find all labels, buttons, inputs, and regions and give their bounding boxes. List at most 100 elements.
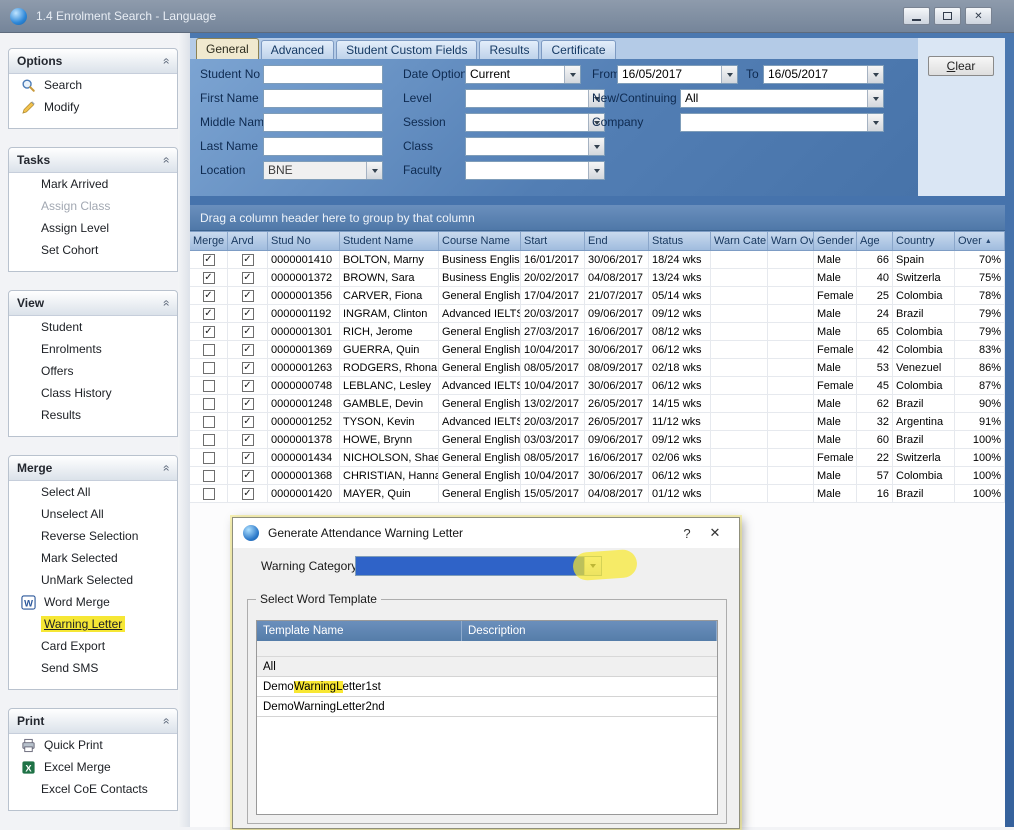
- table-row[interactable]: ✓0000001263RODGERS, RhonaGeneral English…: [190, 359, 1005, 377]
- warning-category-select[interactable]: [355, 556, 602, 576]
- level-select[interactable]: [465, 89, 605, 108]
- location-select[interactable]: BNE: [263, 161, 383, 180]
- clear-button[interactable]: Clear: [928, 56, 994, 76]
- tab-advanced[interactable]: Advanced: [261, 40, 334, 59]
- class-select[interactable]: [465, 137, 605, 156]
- merge-checkbox[interactable]: [203, 380, 215, 392]
- column-header-gender[interactable]: Gender: [814, 232, 857, 250]
- column-header-merge[interactable]: Merge: [190, 232, 228, 250]
- merge-checkbox[interactable]: [203, 488, 215, 500]
- sidebar-item-set-cohort[interactable]: Set Cohort: [9, 239, 177, 261]
- first-name-input[interactable]: [263, 89, 383, 108]
- merge-cell[interactable]: [190, 485, 228, 502]
- sidebar-item-warning-letter[interactable]: Warning Letter: [9, 613, 177, 635]
- template-row[interactable]: DemoWarningLetter2nd: [257, 697, 717, 717]
- merge-cell[interactable]: ✓: [190, 323, 228, 340]
- company-select[interactable]: [680, 113, 884, 132]
- merge-cell[interactable]: [190, 467, 228, 484]
- section-header-view[interactable]: View»: [9, 291, 177, 316]
- merge-cell[interactable]: ✓: [190, 305, 228, 322]
- column-header-course-name[interactable]: Course Name: [439, 232, 521, 250]
- arvd-cell[interactable]: ✓: [228, 395, 268, 412]
- merge-cell[interactable]: [190, 413, 228, 430]
- merge-checkbox[interactable]: ✓: [203, 290, 215, 302]
- table-row[interactable]: ✓✓0000001356CARVER, FionaGeneral English…: [190, 287, 1005, 305]
- arvd-cell[interactable]: ✓: [228, 431, 268, 448]
- arrived-checkbox[interactable]: ✓: [242, 434, 254, 446]
- sidebar-item-card-export[interactable]: Card Export: [9, 635, 177, 657]
- sidebar-item-results[interactable]: Results: [9, 404, 177, 426]
- new-continuing-select[interactable]: All: [680, 89, 884, 108]
- sidebar-item-mark-selected[interactable]: Mark Selected: [9, 547, 177, 569]
- last-name-input[interactable]: [263, 137, 383, 156]
- column-header-warn-ov[interactable]: Warn Ov: [768, 232, 814, 250]
- session-select[interactable]: [465, 113, 605, 132]
- section-header-print[interactable]: Print»: [9, 709, 177, 734]
- group-by-bar[interactable]: Drag a column header here to group by th…: [190, 205, 1005, 231]
- arvd-cell[interactable]: ✓: [228, 287, 268, 304]
- sidebar-item-quick-print[interactable]: Quick Print: [9, 734, 177, 756]
- arvd-cell[interactable]: ✓: [228, 305, 268, 322]
- arvd-cell[interactable]: ✓: [228, 485, 268, 502]
- column-header-age[interactable]: Age: [857, 232, 893, 250]
- faculty-select[interactable]: [465, 161, 605, 180]
- arrived-checkbox[interactable]: ✓: [242, 416, 254, 428]
- arrived-checkbox[interactable]: ✓: [242, 254, 254, 266]
- merge-checkbox[interactable]: [203, 470, 215, 482]
- table-row[interactable]: ✓0000001420MAYER, QuinGeneral English15/…: [190, 485, 1005, 503]
- merge-cell[interactable]: [190, 341, 228, 358]
- column-header-country[interactable]: Country: [893, 232, 955, 250]
- table-row[interactable]: ✓✓0000001410BOLTON, MarnyBusiness Englis…: [190, 251, 1005, 269]
- collapse-chevron-icon[interactable]: »: [159, 300, 173, 307]
- column-header-over[interactable]: Over▲: [955, 232, 1005, 250]
- arrived-checkbox[interactable]: ✓: [242, 290, 254, 302]
- arrived-checkbox[interactable]: ✓: [242, 470, 254, 482]
- sidebar-item-excel-merge[interactable]: XExcel Merge: [9, 756, 177, 778]
- table-row[interactable]: ✓0000001369GUERRA, QuinGeneral English10…: [190, 341, 1005, 359]
- table-row[interactable]: ✓0000001368CHRISTIAN, HannaGeneral Engli…: [190, 467, 1005, 485]
- sidebar-item-send-sms[interactable]: Send SMS: [9, 657, 177, 679]
- middle-name-input[interactable]: [263, 113, 383, 132]
- merge-cell[interactable]: [190, 395, 228, 412]
- dialog-help-button[interactable]: ?: [673, 526, 701, 541]
- merge-cell[interactable]: ✓: [190, 287, 228, 304]
- table-row[interactable]: ✓0000001434NICHOLSON, ShaeleGeneral Engl…: [190, 449, 1005, 467]
- student-no-input[interactable]: [263, 65, 383, 84]
- to-date-select[interactable]: 16/05/2017: [763, 65, 884, 84]
- column-header-end[interactable]: End: [585, 232, 649, 250]
- sidebar-item-student[interactable]: Student: [9, 316, 177, 338]
- minimize-button[interactable]: [903, 7, 930, 25]
- sidebar-item-class-history[interactable]: Class History: [9, 382, 177, 404]
- sidebar-item-mark-arrived[interactable]: Mark Arrived: [9, 173, 177, 195]
- merge-cell[interactable]: ✓: [190, 251, 228, 268]
- merge-checkbox[interactable]: [203, 344, 215, 356]
- tab-certificate[interactable]: Certificate: [541, 40, 615, 59]
- collapse-chevron-icon[interactable]: »: [159, 718, 173, 725]
- sidebar-item-excel-coe-contacts[interactable]: Excel CoE Contacts: [9, 778, 177, 800]
- merge-cell[interactable]: [190, 377, 228, 394]
- column-header-arvd[interactable]: Arvd: [228, 232, 268, 250]
- column-header-status[interactable]: Status: [649, 232, 711, 250]
- arvd-cell[interactable]: ✓: [228, 449, 268, 466]
- table-row[interactable]: ✓0000001252TYSON, KevinAdvanced IELTS20/…: [190, 413, 1005, 431]
- sidebar-item-enrolments[interactable]: Enrolments: [9, 338, 177, 360]
- section-header-options[interactable]: Options»: [9, 49, 177, 74]
- table-row[interactable]: ✓0000001248GAMBLE, DevinGeneral English1…: [190, 395, 1005, 413]
- arvd-cell[interactable]: ✓: [228, 467, 268, 484]
- merge-checkbox[interactable]: ✓: [203, 308, 215, 320]
- dialog-close-button[interactable]: ✕: [701, 525, 729, 541]
- tab-general[interactable]: General: [196, 38, 259, 59]
- arrived-checkbox[interactable]: ✓: [242, 398, 254, 410]
- arvd-cell[interactable]: ✓: [228, 341, 268, 358]
- arrived-checkbox[interactable]: ✓: [242, 272, 254, 284]
- arrived-checkbox[interactable]: ✓: [242, 380, 254, 392]
- sidebar-item-search[interactable]: Search: [9, 74, 177, 96]
- section-header-merge[interactable]: Merge»: [9, 456, 177, 481]
- table-row[interactable]: ✓✓0000001301RICH, JeromeGeneral English2…: [190, 323, 1005, 341]
- sidebar-item-unselect-all[interactable]: Unselect All: [9, 503, 177, 525]
- arrived-checkbox[interactable]: ✓: [242, 308, 254, 320]
- arvd-cell[interactable]: ✓: [228, 359, 268, 376]
- sidebar-item-select-all[interactable]: Select All: [9, 481, 177, 503]
- collapse-chevron-icon[interactable]: »: [159, 157, 173, 164]
- arrived-checkbox[interactable]: ✓: [242, 488, 254, 500]
